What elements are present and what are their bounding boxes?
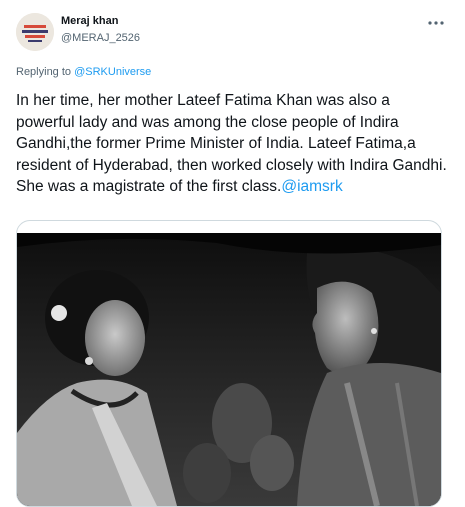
media-card[interactable] bbox=[16, 220, 442, 507]
avatar-image bbox=[16, 13, 54, 51]
tweet-body: In her time, her mother Lateef Fatima Kh… bbox=[16, 90, 448, 198]
photo-image bbox=[17, 233, 441, 506]
tweet-photo[interactable] bbox=[17, 233, 441, 506]
more-button[interactable] bbox=[425, 12, 447, 34]
tweet-text: In her time, her mother Lateef Fatima Kh… bbox=[16, 92, 447, 195]
replying-to: Replying to @SRKUniverse bbox=[16, 66, 151, 78]
reply-mention-link[interactable]: @SRKUniverse bbox=[74, 66, 151, 78]
tweet-card: Meraj khan @MERAJ_2526 Replying to @SRKU… bbox=[0, 0, 465, 507]
more-horizontal-icon bbox=[428, 21, 444, 25]
replying-to-label: Replying to bbox=[16, 66, 72, 78]
mention-link[interactable]: @iamsrk bbox=[281, 178, 342, 195]
avatar[interactable] bbox=[16, 13, 54, 51]
author-handle[interactable]: @MERAJ_2526 bbox=[61, 32, 140, 44]
author-name[interactable]: Meraj khan bbox=[61, 15, 118, 27]
